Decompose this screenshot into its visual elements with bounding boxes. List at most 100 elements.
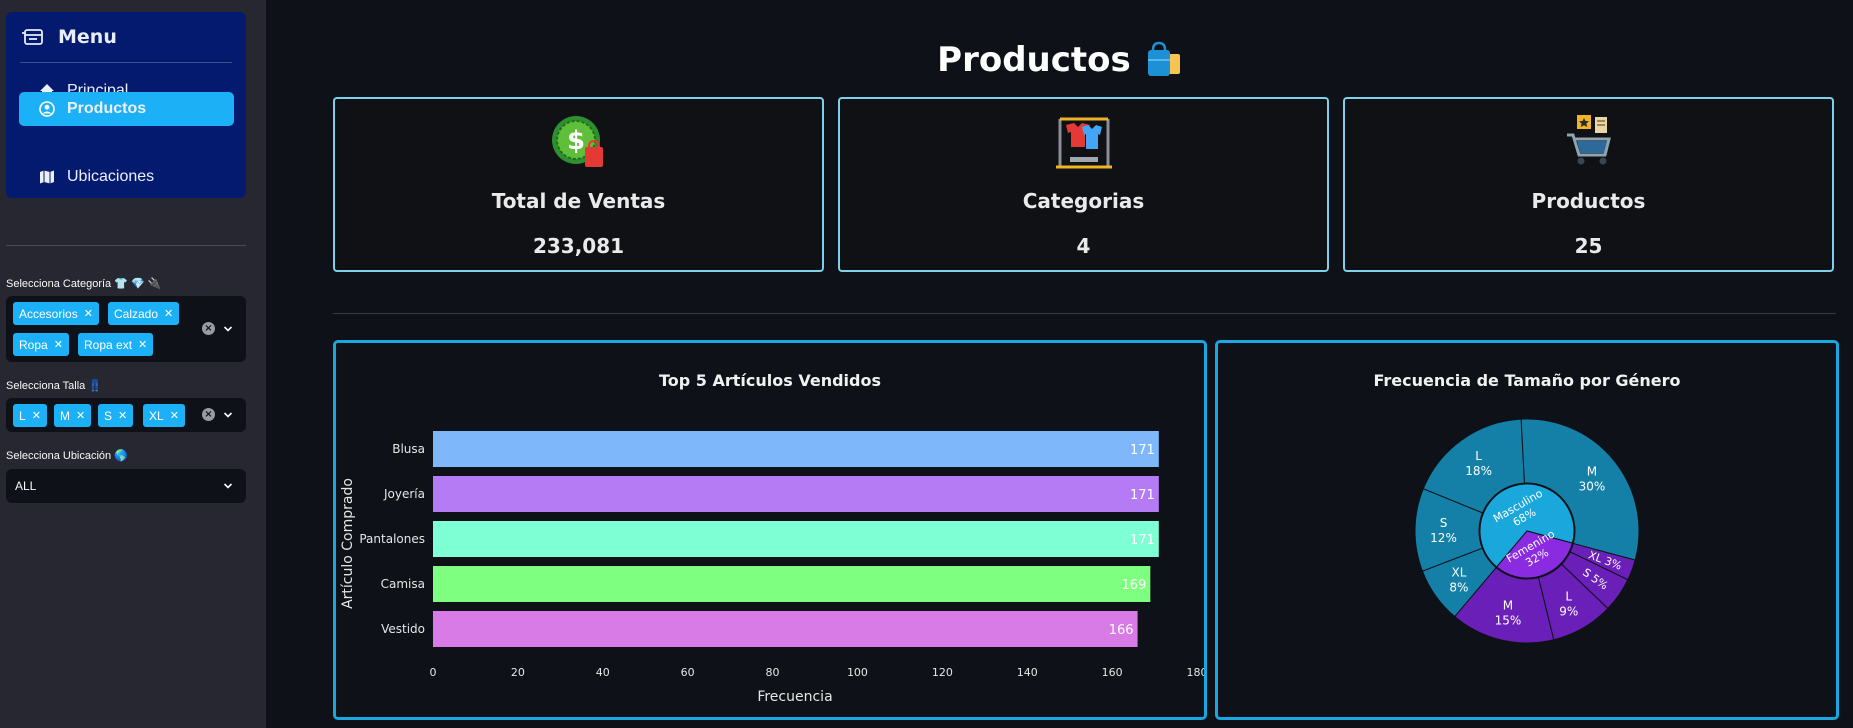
y-tick-label: Pantalones (359, 532, 425, 546)
clear-icon[interactable]: × (202, 408, 215, 421)
chevron-down-icon[interactable] (223, 410, 233, 420)
kpi-card-total-ventas: $ Total de Ventas 233,081 (333, 97, 824, 272)
remove-icon[interactable]: ✕ (164, 307, 173, 320)
x-axis-label: Frecuencia (757, 689, 832, 705)
top-articles-chart-panel: Top 5 Artículos Vendidos Blusa 171 Joyería… (333, 340, 1207, 720)
x-tick-label: 80 (766, 666, 780, 679)
bar-blusa[interactable] (433, 431, 1159, 467)
kpi-value: 4 (1076, 234, 1091, 258)
bar-value-label: 166 (1109, 623, 1134, 638)
size-by-gender-chart-panel: Frecuencia de Tamaño por Género Masculin… (1215, 340, 1839, 720)
tag-calzado[interactable]: Calzado ✕ (108, 302, 180, 325)
bar-vestido[interactable] (433, 611, 1138, 647)
clothing-rack-icon (1055, 117, 1112, 169)
kpi-label: Total de Ventas (491, 189, 666, 213)
x-tick-label: 180 (1187, 666, 1205, 679)
x-tick-label: 40 (596, 666, 610, 679)
location-filter-label: Selecciona Ubicación 🌎 (6, 450, 128, 462)
tag-m[interactable]: M ✕ (54, 404, 92, 427)
remove-icon[interactable]: ✕ (84, 307, 93, 320)
tag-ropa[interactable]: Ropa ✕ (13, 333, 69, 356)
tag-label: L (19, 408, 26, 423)
sidebar-divider (6, 245, 246, 246)
kpi-value: 233,081 (532, 234, 625, 258)
x-tick-label: 160 (1102, 666, 1123, 679)
y-tick-label: Vestido (381, 622, 425, 636)
remove-icon[interactable]: ✕ (118, 409, 127, 422)
sidebar-item-productos[interactable]: Productos (19, 92, 234, 126)
remove-icon[interactable]: ✕ (170, 409, 179, 422)
sunburst-label: M (1503, 598, 1513, 612)
x-tick-label: 100 (847, 666, 868, 679)
x-tick-label: 60 (681, 666, 695, 679)
sidebar-item-label: Ubicaciones (67, 168, 155, 185)
size-multiselect[interactable]: L ✕ M ✕ S ✕ XL ✕ × (6, 398, 246, 432)
money-bag-icon: $ (551, 116, 603, 167)
y-axis-label: Artículo Comprado (340, 478, 356, 609)
sunburst-label: M (1587, 464, 1597, 478)
kpi-label: Categorias (1022, 189, 1145, 213)
kpi-card-categorias: Categorias 4 (838, 97, 1329, 272)
chevron-down-icon[interactable] (223, 481, 233, 491)
clear-icon[interactable]: × (202, 322, 215, 335)
tag-s[interactable]: S ✕ (98, 404, 134, 427)
sunburst-percent: 8% (1449, 580, 1468, 594)
sunburst-percent: 30% (1579, 479, 1606, 493)
shopping-bags-icon (1147, 41, 1180, 76)
kpi-value: 25 (1574, 234, 1603, 258)
sunburst-label: S (1440, 516, 1448, 530)
tag-label: XL (149, 408, 164, 423)
x-tick-label: 140 (1017, 666, 1038, 679)
tag-accesorios[interactable]: Accesorios ✕ (13, 302, 99, 325)
bar-value-label: 169 (1121, 578, 1146, 593)
remove-icon[interactable]: ✕ (138, 338, 147, 351)
location-select-value: ALL (15, 479, 37, 493)
sunburst-label: XL (1451, 565, 1466, 579)
bar-pantalones[interactable] (433, 521, 1159, 557)
shopping-cart-icon (1566, 115, 1611, 165)
sunburst-percent: 15% (1495, 613, 1522, 627)
y-tick-label: Blusa (392, 442, 425, 456)
tag-xl[interactable]: XL ✕ (143, 404, 185, 427)
category-filter-label: Selecciona Categoría 👕 💎 🔌 (6, 278, 162, 290)
page-title-text: Productos (937, 40, 1131, 80)
sunburst-label: L (1565, 589, 1572, 603)
remove-icon[interactable]: ✕ (54, 338, 63, 351)
sidebar-item-ubicaciones[interactable]: Ubicaciones (19, 158, 234, 196)
location-select[interactable]: ALL (6, 469, 246, 503)
tag-label: S (104, 408, 113, 423)
x-tick-label: 120 (932, 666, 953, 679)
svg-text:$: $ (566, 126, 584, 156)
bar-joyera[interactable] (433, 476, 1159, 512)
page-title: Productos (0, 40, 1853, 80)
bar-value-label: 171 (1130, 443, 1155, 458)
sunburst-percent: 12% (1430, 531, 1457, 545)
bar-camisa[interactable] (433, 566, 1151, 602)
tag-label: M (60, 408, 70, 423)
kpi-card-productos: Productos 25 (1343, 97, 1834, 272)
x-tick-label: 0 (430, 666, 437, 679)
bar-value-label: 171 (1130, 488, 1155, 503)
tag-l[interactable]: L ✕ (13, 404, 47, 427)
category-multiselect[interactable]: Accesorios ✕ Calzado ✕ Ropa ✕ Ropa ext ✕ × (6, 296, 246, 362)
remove-icon[interactable]: ✕ (76, 409, 85, 422)
tag-label: Ropa (19, 337, 48, 352)
sunburst-label: L (1475, 449, 1482, 463)
remove-icon[interactable]: ✕ (32, 409, 41, 422)
tag-ropa-ext[interactable]: Ropa ext ✕ (78, 333, 154, 356)
y-tick-label: Joyería (383, 487, 425, 501)
sunburst-percent: 9% (1559, 604, 1578, 618)
tag-label: Ropa ext (84, 337, 133, 352)
sidebar-item-label: Productos (67, 100, 147, 117)
bar-value-label: 171 (1130, 533, 1155, 548)
size-filter-label: Selecciona Talla 👖 (6, 380, 103, 392)
x-tick-label: 20 (511, 666, 525, 679)
bar-chart: Blusa 171 Joyería 171 Pantalones 171 Camisa 169… (340, 431, 1205, 705)
chevron-down-icon[interactable] (223, 324, 233, 334)
tag-label: Accesorios (19, 306, 78, 321)
sunburst-chart: Masculino68%Femenino32% XL 3%S 5%L9%M15%X… (1414, 418, 1640, 644)
tag-label: Calzado (114, 306, 159, 321)
main-divider (333, 313, 1836, 314)
sidebar: Menu Principal Productos Ubicaciones Sel… (0, 0, 266, 728)
map-icon (40, 170, 54, 184)
